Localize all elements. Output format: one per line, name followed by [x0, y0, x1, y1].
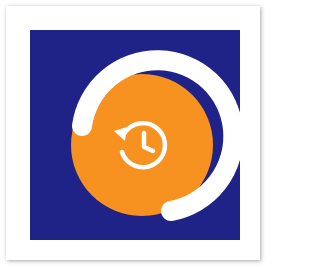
app-icon: [30, 30, 240, 240]
app-icon-tile[interactable]: [30, 30, 240, 240]
